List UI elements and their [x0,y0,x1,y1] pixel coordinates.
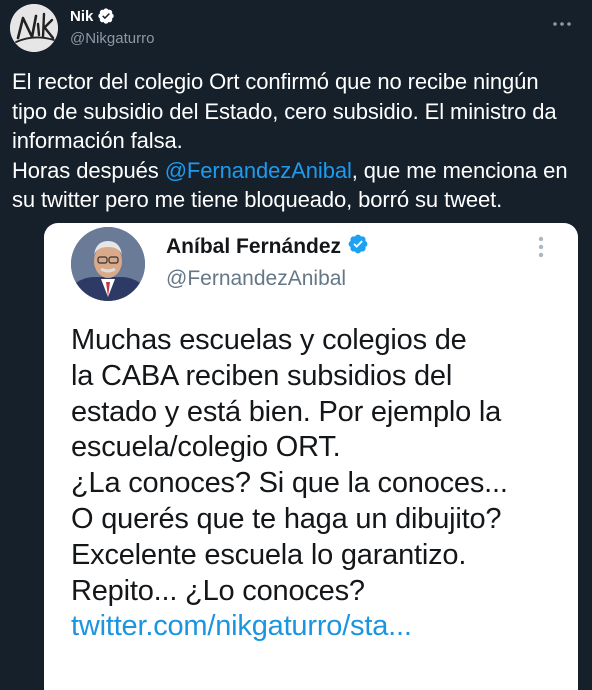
avatar[interactable] [10,4,58,52]
embedded-line: ¿La conoces? Si que la conoces... [71,467,508,500]
embedded-line: la CABA reciben subsidios del [71,359,453,392]
embedded-line: estado y está bien. Por ejemplo la [71,395,502,428]
tweet-header: Nik @Nikgaturro [10,4,580,52]
author-name[interactable]: Nik [70,8,93,25]
mention-link[interactable]: @FernandezAnibal [165,158,352,183]
embedded-name-row: Aníbal Fernández [166,233,369,260]
verified-badge-icon [97,7,115,25]
embedded-line: Muchas escuelas y colegios de [71,324,467,356]
embedded-line: Excelente escuela lo garantizo. [71,538,467,571]
tweet-text-part1: El rector del colegio Ort confirmó que n… [12,69,557,153]
tweet-text: El rector del colegio Ort confirmó que n… [12,67,578,215]
author-handle[interactable]: @Nikgaturro [70,30,154,47]
embedded-author-handle: @FernandezAnibal [166,267,347,290]
author-name-row: Nik [70,7,115,25]
embedded-more-options-icon [534,235,548,259]
embedded-author-name: Aníbal Fernández [166,234,342,258]
embedded-link: twitter.com/nikgaturro/sta... [71,610,412,643]
embedded-avatar [71,227,145,301]
embedded-tweet-image[interactable]: Aníbal Fernández @FernandezAnibal Muchas… [44,223,578,690]
embedded-line: escuela/colegio ORT. [71,431,341,464]
more-options-icon[interactable] [552,14,572,34]
embedded-line: Repito... ¿Lo conoces? [71,574,365,607]
embedded-verified-badge-icon [347,233,369,260]
tweet-text-part2-prefix: Horas después [12,157,165,183]
embedded-tweet-text: Muchas escuelas y colegios de la CABA re… [71,323,571,645]
embedded-line: O querés que te haga un dibujito? [71,502,502,535]
signature-logo-icon [10,4,58,52]
